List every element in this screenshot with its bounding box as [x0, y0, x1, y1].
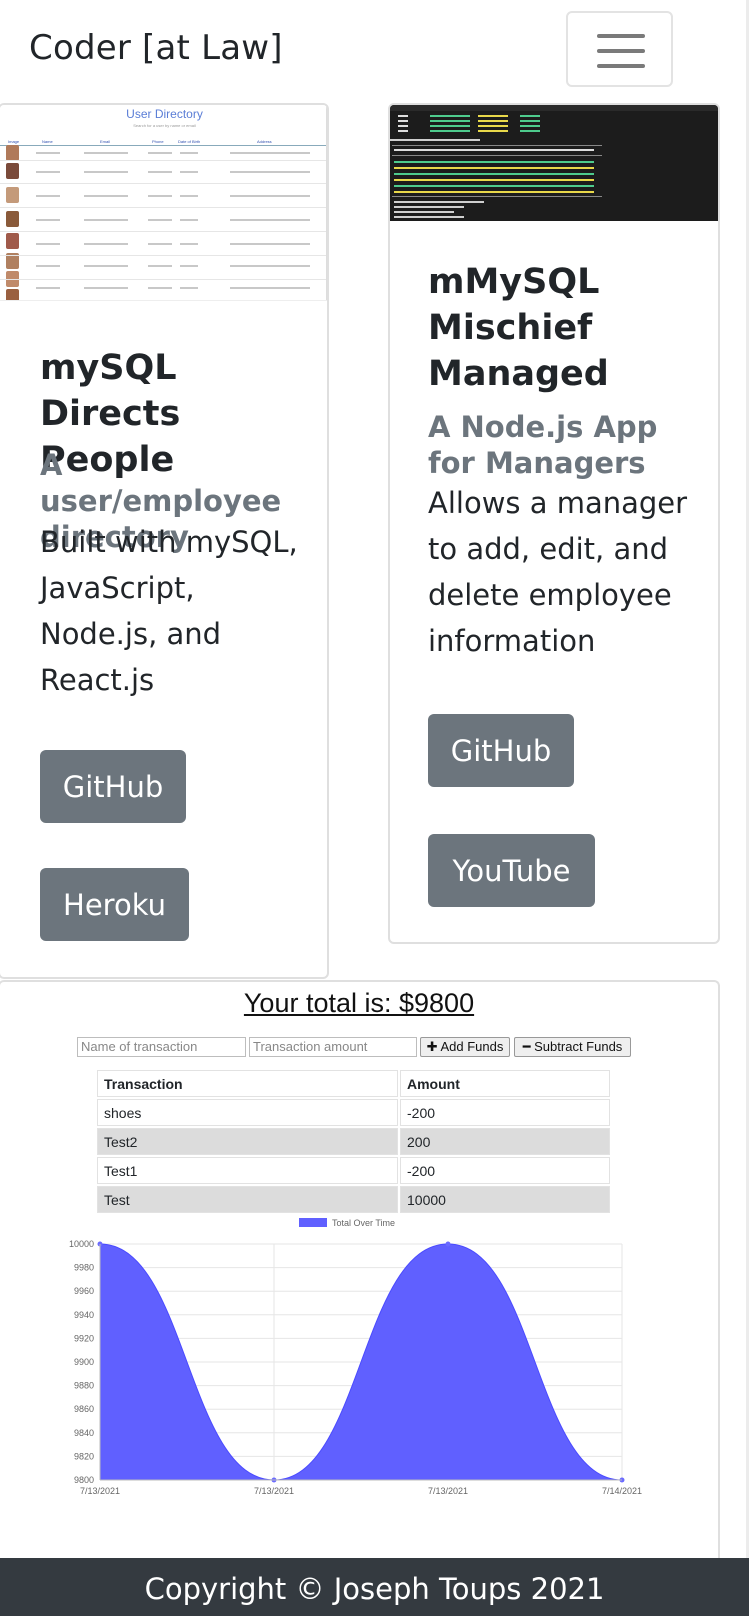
transactions-table: Transaction Amount shoes -200 Test2 200 …: [95, 1068, 612, 1215]
brand-link[interactable]: Coder [at Law]: [29, 28, 283, 68]
y-tick-label: 9880: [74, 1381, 94, 1391]
data-point: [445, 1241, 451, 1247]
legend-label: Total Over Time: [332, 1218, 395, 1228]
x-tick-label: 7/13/2021: [428, 1486, 468, 1496]
card-text: Allows a manager to add, edit, and delet…: [428, 486, 688, 658]
navbar: Coder [at Law]: [0, 0, 749, 98]
github-button[interactable]: GitHub: [428, 714, 574, 787]
card-subtitle: A Node.js App for Managers: [428, 410, 658, 480]
legend-swatch: [299, 1218, 327, 1227]
y-tick-label: 9840: [74, 1428, 94, 1438]
github-button[interactable]: GitHub: [40, 750, 186, 823]
subtract-funds-button[interactable]: ━ Subtract Funds: [514, 1037, 631, 1057]
y-tick-label: 9860: [74, 1404, 94, 1414]
add-funds-button[interactable]: ✚ Add Funds: [420, 1037, 510, 1057]
transaction-amount-input[interactable]: Transaction amount: [249, 1037, 417, 1057]
user-directory-screenshot: User Directory Search for a user by name…: [0, 105, 327, 301]
project-card-mmysql-mischief-managed: mMySQL Mischief Managed A Node.js App fo…: [388, 103, 720, 944]
budget-tracker-screenshot: Your total is: $9800 Name of transaction…: [0, 980, 720, 1600]
card-title: mMySQL Mischief Managed: [428, 262, 609, 394]
x-tick-label: 7/14/2021: [602, 1486, 642, 1496]
table-row: shoes -200: [97, 1099, 610, 1126]
card-text: Built with mySQL, JavaScript, Node.js, a…: [40, 525, 298, 697]
y-tick-label: 9820: [74, 1451, 94, 1461]
table-header: Amount: [400, 1070, 610, 1097]
y-tick-label: 9900: [74, 1357, 94, 1367]
terminal-screenshot: [390, 105, 718, 221]
heroku-button[interactable]: Heroku: [40, 868, 189, 941]
table-row: Test1 -200: [97, 1157, 610, 1184]
navbar-toggler-button[interactable]: [566, 11, 673, 87]
y-tick-label: 9940: [74, 1310, 94, 1320]
minus-icon: ━: [522, 1039, 535, 1054]
youtube-button[interactable]: YouTube: [428, 834, 595, 907]
footer: Copyright © Joseph Toups 2021: [0, 1558, 749, 1616]
table-header: Transaction: [97, 1070, 398, 1097]
y-tick-label: 10000: [69, 1239, 94, 1249]
transaction-name-input[interactable]: Name of transaction: [77, 1037, 246, 1057]
x-tick-label: 7/13/2021: [80, 1486, 120, 1496]
plus-icon: ✚: [426, 1039, 441, 1054]
project-card-mysql-directs-people: User Directory Search for a user by name…: [0, 103, 329, 979]
y-tick-label: 9960: [74, 1286, 94, 1296]
total-over-time-chart: 9800 9820 9840 9860 9880 9900 9920 9940 9960 9980…: [69, 1218, 642, 1496]
table-row: Test 10000: [97, 1186, 610, 1213]
y-tick-label: 9920: [74, 1333, 94, 1343]
y-tick-label: 9800: [74, 1475, 94, 1485]
y-tick-label: 9980: [74, 1263, 94, 1273]
table-row: Test2 200: [97, 1128, 610, 1155]
total-heading: Your total is: $9800: [243, 988, 475, 1018]
x-tick-label: 7/13/2021: [254, 1486, 294, 1496]
